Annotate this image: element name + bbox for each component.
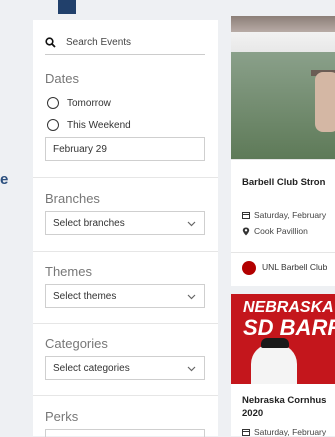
search-input[interactable]: Search Events [45, 30, 205, 55]
map-pin-icon [242, 227, 250, 235]
event-title[interactable]: Barbell Club Stron [242, 177, 325, 188]
categories-select[interactable]: Select categories [45, 356, 205, 380]
themes-select[interactable]: Select themes [45, 284, 205, 308]
radio-circle [47, 97, 59, 109]
filter-panel: Search Events Dates Tomorrow This Weeken… [33, 20, 218, 437]
event-card[interactable]: Barbell Club Stron Saturday, February Co… [231, 16, 335, 286]
event-date: Saturday, February [242, 427, 326, 436]
categories-heading: Categories [45, 336, 108, 351]
event-image: NEBRASKA C SD BARR [231, 294, 335, 384]
radio-this-weekend[interactable]: This Weekend [47, 119, 131, 131]
divider [33, 323, 218, 324]
themes-heading: Themes [45, 264, 92, 279]
date-value: February 29 [53, 143, 107, 155]
hat-shape [261, 338, 289, 348]
divider [231, 252, 335, 253]
chevron-down-icon [187, 294, 196, 300]
event-location: Cook Pavillion [242, 226, 308, 236]
event-location-text: Cook Pavillion [254, 226, 308, 236]
header-tab [58, 0, 76, 14]
chevron-down-icon [187, 221, 196, 227]
organization-name[interactable]: UNL Barbell Club [262, 262, 327, 272]
event-date-text: Saturday, February [254, 210, 327, 220]
themes-select-label: Select themes [53, 290, 117, 302]
event-date: Saturday, February [242, 210, 326, 220]
perks-heading: Perks [45, 409, 79, 424]
radio-label: This Weekend [67, 119, 131, 131]
categories-select-label: Select categories [53, 362, 130, 374]
calendar-icon [242, 429, 250, 436]
banner-text: SD BARR [243, 315, 335, 340]
branches-select-label: Select branches [53, 217, 125, 229]
dates-heading: Dates [45, 71, 79, 86]
branches-heading: Branches [45, 191, 100, 206]
event-date-text: Saturday, February [254, 427, 327, 436]
divider [231, 159, 335, 160]
calendar-icon [242, 212, 250, 219]
divider [33, 395, 218, 396]
radio-tomorrow[interactable]: Tomorrow [47, 97, 111, 109]
divider [33, 251, 218, 252]
event-title[interactable]: Nebraska Cornhus 2020 [242, 394, 335, 420]
rider-shape [251, 344, 297, 384]
divider [33, 177, 218, 178]
event-card[interactable]: NEBRASKA C SD BARR Nebraska Cornhus 2020… [231, 294, 335, 436]
radio-circle [47, 119, 59, 131]
event-image [231, 16, 335, 159]
date-field[interactable]: February 29 [45, 137, 205, 161]
athlete-shape [315, 72, 335, 132]
branches-select[interactable]: Select branches [45, 211, 205, 235]
chevron-down-icon [187, 366, 196, 372]
search-placeholder: Search Events [66, 36, 132, 48]
search-icon [45, 36, 56, 48]
edge-text: e [0, 171, 9, 188]
organization-logo [242, 261, 256, 275]
radio-label: Tomorrow [67, 97, 111, 109]
